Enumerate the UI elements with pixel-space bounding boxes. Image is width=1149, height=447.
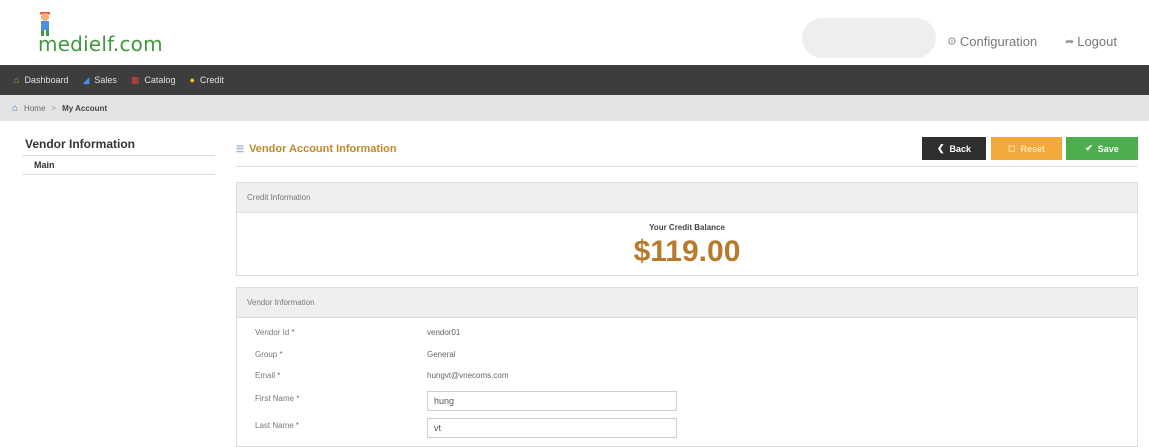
nav-item-sales[interactable]: ◢ Sales xyxy=(82,75,116,86)
page-title: ☰ Vendor Account Information xyxy=(236,143,397,155)
first-name-field[interactable] xyxy=(427,391,677,411)
reset-button[interactable]: ◻ Reset xyxy=(991,137,1062,160)
back-label: Back xyxy=(949,143,972,154)
breadcrumb-current: My Account xyxy=(62,103,108,113)
save-label: Save xyxy=(1097,143,1119,154)
vendor-id-value: vendor01 xyxy=(427,328,461,337)
vendor-id-label: Vendor Id * xyxy=(255,328,295,337)
page-header: medielf.com ⚙ Configuration ➦ Logout xyxy=(0,0,1149,64)
logout-link[interactable]: ➦ Logout xyxy=(1065,34,1117,49)
gear-icon: ⚙ xyxy=(947,36,957,48)
nav-item-label: Catalog xyxy=(144,75,176,85)
save-button[interactable]: ✔ Save xyxy=(1066,137,1138,160)
email-value: hungvt@vnecoms.com xyxy=(427,371,509,380)
grid-icon: ▦ xyxy=(130,74,140,85)
chart-icon: ◢ xyxy=(82,74,90,85)
nav-item-label: Sales xyxy=(94,75,117,85)
reset-icon: ◻ xyxy=(1008,143,1016,153)
main-nav: ⌂ Dashboard ◢ Sales ▦ Catalog ● Credit xyxy=(0,65,1149,95)
nav-item-credit[interactable]: ● Credit xyxy=(189,75,223,85)
credit-balance-value: $119.00 xyxy=(633,235,741,268)
logout-label: Logout xyxy=(1077,34,1117,49)
home-icon[interactable]: ⌂ xyxy=(12,103,18,114)
group-value: General xyxy=(427,350,456,359)
sidebar-item-main[interactable]: Main xyxy=(22,156,215,175)
nav-item-dashboard[interactable]: ⌂ Dashboard xyxy=(14,75,68,85)
vendor-panel-heading: Vendor Information xyxy=(237,288,1137,318)
user-avatar[interactable] xyxy=(802,18,936,58)
nav-item-label: Dashboard xyxy=(24,75,69,85)
nav-item-catalog[interactable]: ▦ Catalog xyxy=(131,75,176,86)
chevron-right-icon: > xyxy=(51,103,57,113)
last-name-label: Last Name * xyxy=(255,421,300,430)
credit-panel-heading: Credit Information xyxy=(237,183,1137,213)
first-name-label: First Name * xyxy=(255,394,300,403)
back-circle-icon: ❮ xyxy=(936,143,945,153)
vendor-panel: Vendor Information Vendor Id * vendor01 … xyxy=(236,287,1138,447)
credit-panel: Credit Information Your Credit Balance $… xyxy=(236,182,1138,276)
credit-balance-label: Your Credit Balance xyxy=(649,223,725,232)
sidebar: Vendor Information Main xyxy=(22,137,215,175)
logout-icon: ➦ xyxy=(1065,36,1075,48)
configuration-label: Configuration xyxy=(959,34,1038,49)
nav-item-label: Credit xyxy=(199,75,224,85)
page-title-text: Vendor Account Information xyxy=(249,143,397,155)
list-icon: ☰ xyxy=(236,143,245,154)
home-icon: ⌂ xyxy=(14,75,20,85)
logo-text[interactable]: medielf.com xyxy=(38,32,163,56)
group-label: Group * xyxy=(255,350,283,359)
sidebar-title: Vendor Information xyxy=(22,137,215,156)
email-label: Email * xyxy=(255,371,281,380)
check-circle-icon: ✔ xyxy=(1085,143,1093,153)
last-name-field[interactable] xyxy=(427,418,677,438)
configuration-link[interactable]: ⚙ Configuration xyxy=(947,34,1037,49)
breadcrumb: ⌂ Home > My Account xyxy=(0,95,1149,121)
back-button[interactable]: ❮ Back xyxy=(922,137,986,160)
content-header: ☰ Vendor Account Information ❮ Back ◻ Re… xyxy=(236,137,1138,167)
reset-label: Reset xyxy=(1020,143,1045,154)
coin-icon: ● xyxy=(189,75,195,85)
breadcrumb-home[interactable]: Home xyxy=(24,104,45,113)
